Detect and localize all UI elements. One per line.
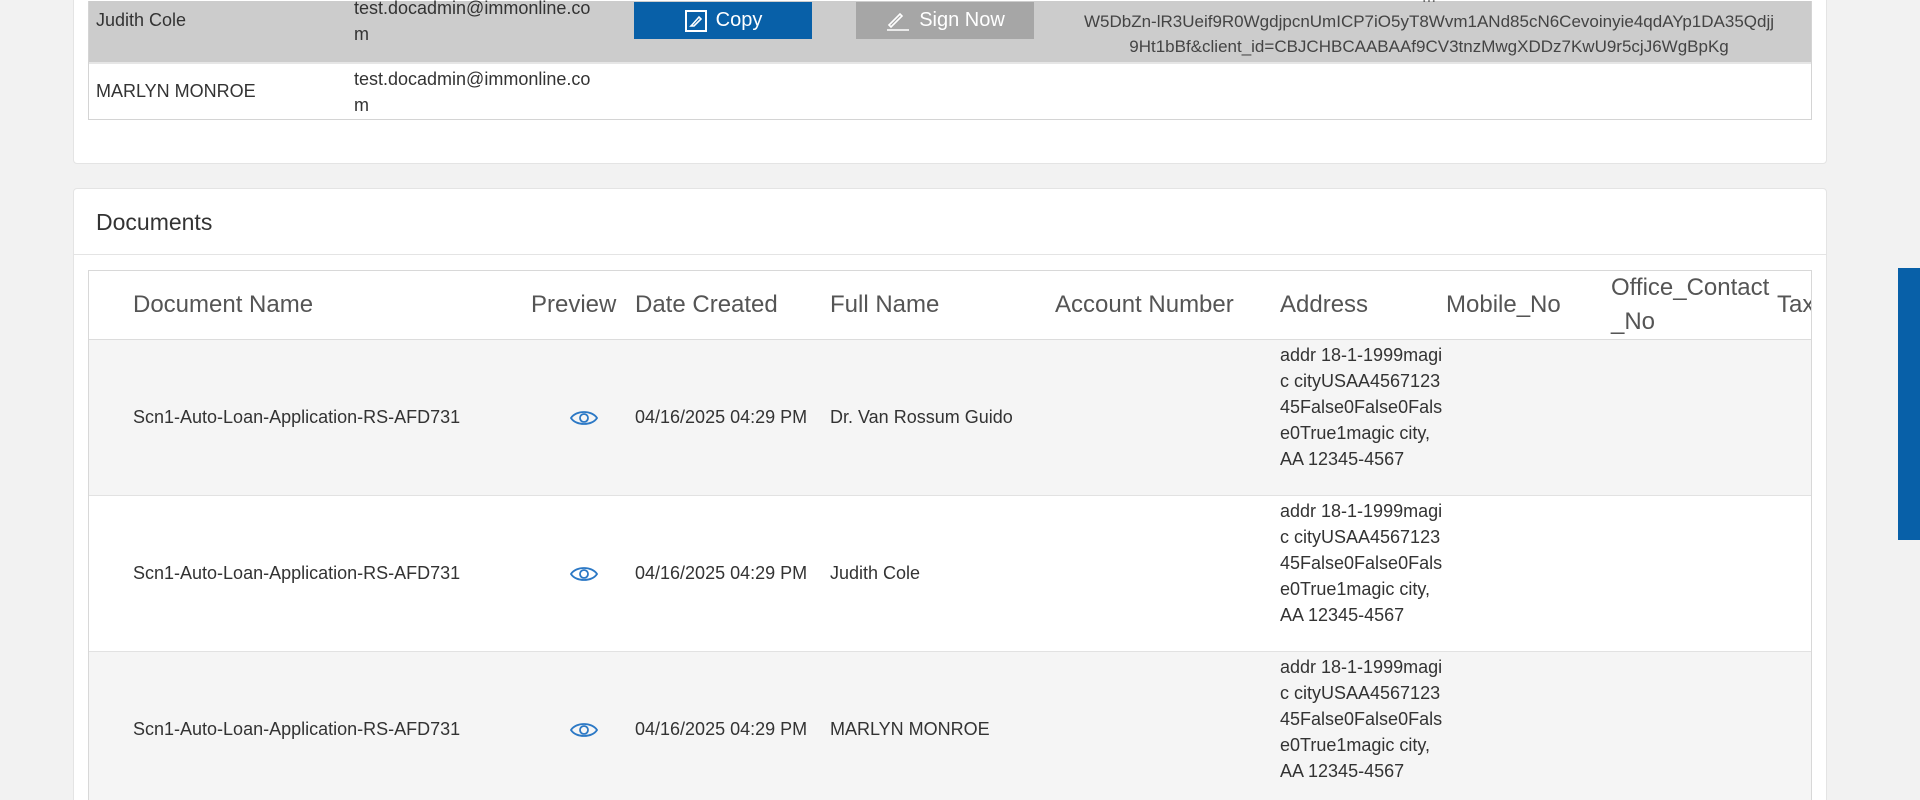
signer-name: Judith Cole <box>96 10 187 30</box>
signer-email: test.docadmin@immonline.com <box>354 69 591 115</box>
copy-icon <box>684 9 708 33</box>
signing-url-line: 9Ht1bBf&client_id=CBJCHBCAABAAf9CV3tnzMw… <box>1129 37 1729 56</box>
preview-cell <box>570 496 598 651</box>
documents-title: Documents <box>96 209 213 235</box>
full-name-cell: MARLYN MONROE <box>830 719 990 739</box>
page: Judith Cole test.docadmin@immonline.com … <box>0 0 1920 800</box>
signer-row: MARLYN MONROE test.docadmin@immonline.co… <box>89 64 1811 119</box>
signer-name: MARLYN MONROE <box>96 81 256 101</box>
column-full-name[interactable]: Full Name <box>830 271 939 339</box>
date-created-cell: 04/16/2025 04:29 PM <box>635 719 808 739</box>
address-cell: addr 18-1-1999magic cityUSAA456712345Fal… <box>1280 501 1443 625</box>
eye-icon <box>570 566 598 581</box>
sign-now-label: Sign Now <box>919 9 1005 31</box>
column-tax[interactable]: Tax <box>1777 271 1811 339</box>
table-row[interactable]: Scn1-Auto-Loan-Application-RS-AFD731 04/… <box>89 340 1811 496</box>
sign-now-button[interactable]: Sign Now <box>856 2 1034 39</box>
document-name-cell[interactable]: Scn1-Auto-Loan-Application-RS-AFD731 <box>133 340 460 495</box>
column-date-created[interactable]: Date Created <box>635 271 778 339</box>
date-created-cell: 04/16/2025 04:29 PM <box>635 563 808 583</box>
table-header: Document Name Preview Date Created Full … <box>89 271 1811 340</box>
eye-icon <box>570 722 598 737</box>
signers-table: Judith Cole test.docadmin@immonline.com … <box>88 0 1812 120</box>
document-name-cell[interactable]: Scn1-Auto-Loan-Application-RS-AFD731 <box>133 496 460 651</box>
preview-button[interactable] <box>570 409 598 427</box>
table-row[interactable]: Scn1-Auto-Loan-Application-RS-AFD731 04/… <box>89 652 1811 800</box>
signers-card: Judith Cole test.docadmin@immonline.com … <box>73 0 1827 164</box>
signer-email: test.docadmin@immonline.com <box>354 0 591 44</box>
column-address[interactable]: Address <box>1280 271 1368 339</box>
documents-table: Document Name Preview Date Created Full … <box>88 270 1812 800</box>
column-document-name[interactable]: Document Name <box>133 271 313 339</box>
signing-url[interactable]: ... W5DbZn-lR3Ueif9R0WgdjpcnUmICP7iO5yT8… <box>1069 0 1789 59</box>
eye-icon <box>570 410 598 425</box>
copy-button-label: Copy <box>715 9 763 31</box>
column-preview[interactable]: Preview <box>531 271 616 339</box>
pen-icon <box>885 10 911 32</box>
preview-cell <box>570 652 598 800</box>
column-office-contact-no[interactable]: Office_Contact_No <box>1611 271 1771 339</box>
preview-cell <box>570 340 598 495</box>
column-account-number[interactable]: Account Number <box>1055 271 1234 339</box>
scroll-accent[interactable] <box>1898 268 1920 540</box>
document-name-cell[interactable]: Scn1-Auto-Loan-Application-RS-AFD731 <box>133 652 460 800</box>
address-cell: addr 18-1-1999magic cityUSAA456712345Fal… <box>1280 657 1443 781</box>
address-cell: addr 18-1-1999magic cityUSAA456712345Fal… <box>1280 345 1443 469</box>
preview-button[interactable] <box>570 565 598 583</box>
signing-url-line: ... <box>1069 0 1789 9</box>
preview-button[interactable] <box>570 721 598 739</box>
copy-button[interactable]: Copy <box>634 2 812 39</box>
full-name-cell: Dr. Van Rossum Guido <box>830 407 1013 427</box>
signer-row: Judith Cole test.docadmin@immonline.com … <box>89 0 1811 64</box>
signing-url-line: W5DbZn-lR3Ueif9R0WgdjpcnUmICP7iO5yT8Wvm1… <box>1083 12 1775 31</box>
date-created-cell: 04/16/2025 04:29 PM <box>635 407 808 427</box>
documents-header: Documents <box>74 189 1826 255</box>
full-name-cell: Judith Cole <box>830 563 921 583</box>
table-row[interactable]: Scn1-Auto-Loan-Application-RS-AFD731 04/… <box>89 496 1811 652</box>
column-mobile-no[interactable]: Mobile_No <box>1446 271 1561 339</box>
